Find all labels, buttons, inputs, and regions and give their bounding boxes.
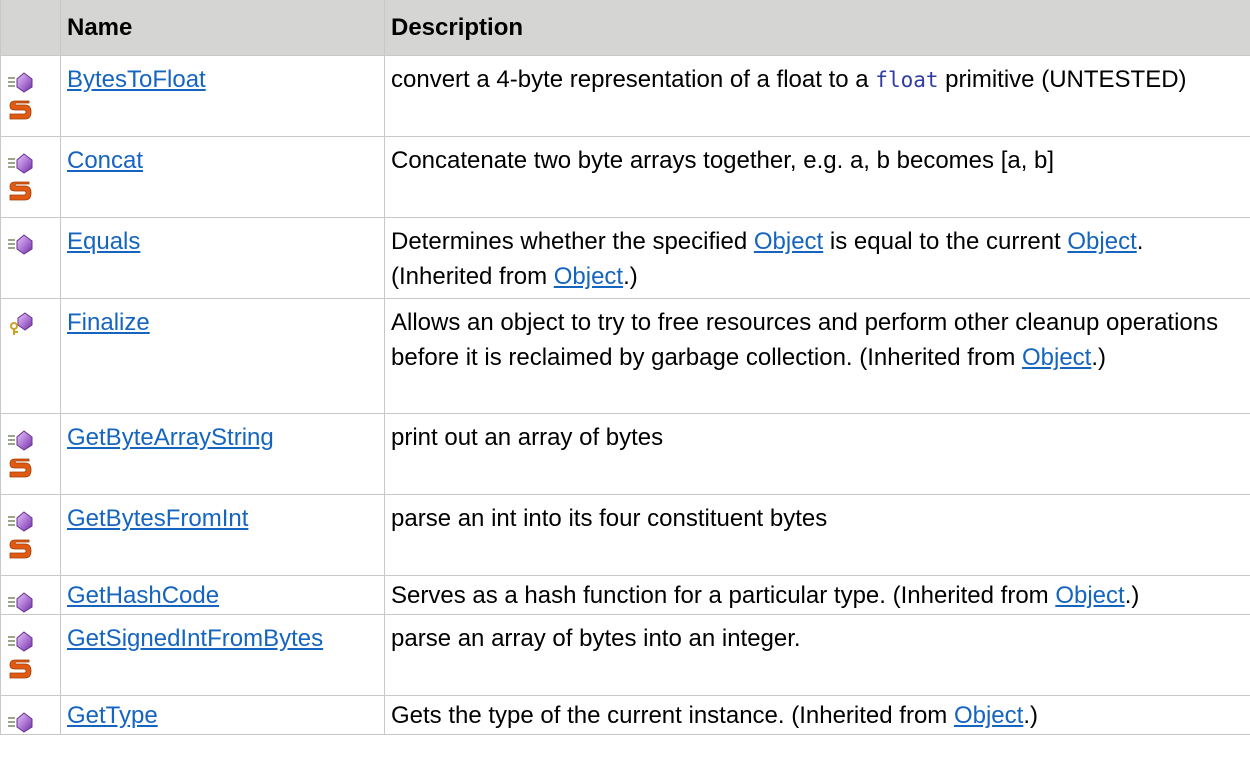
member-description-cell: print out an array of bytes [384, 413, 1250, 495]
member-link-bytestofloat[interactable]: BytesToFloat [67, 66, 206, 93]
member-link-equals[interactable]: Equals [67, 228, 140, 255]
row-icons [0, 413, 61, 495]
object-link[interactable]: Object [1022, 344, 1091, 371]
object-link[interactable]: Object [954, 702, 1023, 729]
row-icons [0, 136, 61, 218]
member-link-concat[interactable]: Concat [67, 147, 143, 174]
member-description-cell: parse an int into its four constituent b… [384, 494, 1250, 576]
member-link-getbytesfromint[interactable]: GetBytesFromInt [67, 505, 248, 532]
object-link[interactable]: Object [1055, 582, 1124, 609]
table-row: Concat Concatenate two byte arrays toget… [0, 136, 1250, 218]
description-text: print out an array of bytes [391, 424, 664, 451]
public-method-icon [8, 511, 33, 532]
public-method-icon [8, 234, 33, 255]
table-row: GetByteArrayString print out an array of… [0, 413, 1250, 495]
member-name-cell: Finalize [60, 298, 385, 414]
static-icon [9, 539, 32, 559]
row-icons [0, 217, 61, 299]
member-name-cell: GetHashCode [60, 575, 385, 615]
member-name-cell: Equals [60, 217, 385, 299]
static-icon [9, 458, 32, 478]
table-row: Finalize Allows an object to try to free… [0, 298, 1250, 414]
row-icons [0, 695, 61, 735]
description-text: Gets the type of the current instance. (… [391, 702, 954, 729]
row-icons [0, 614, 61, 696]
table-row: GetHashCode Serves as a hash function fo… [0, 575, 1250, 615]
static-icon [9, 659, 32, 679]
row-icons [0, 494, 61, 576]
description-text: .) [1091, 344, 1107, 371]
code-float: float [875, 68, 939, 92]
member-name-cell: GetBytesFromInt [60, 494, 385, 576]
member-name-cell: Concat [60, 136, 385, 218]
member-description-cell: Serves as a hash function for a particul… [384, 575, 1250, 615]
description-text: parse an int into its four constituent b… [391, 505, 828, 532]
row-icons [0, 298, 61, 414]
member-description-cell: Determines whether the specified Object … [384, 217, 1250, 299]
member-link-getbytearraystring[interactable]: GetByteArrayString [67, 424, 274, 451]
description-text: .) [1023, 702, 1038, 729]
object-link[interactable]: Object [1067, 228, 1136, 255]
member-description-cell: Allows an object to try to free resource… [384, 298, 1250, 414]
description-text: is equal to the current [823, 228, 1068, 255]
description-text: Concatenate two byte arrays together, e.… [391, 147, 1055, 174]
member-name-cell: GetSignedIntFromBytes [60, 614, 385, 696]
member-link-gethashcode[interactable]: GetHashCode [67, 582, 219, 609]
public-method-icon [8, 631, 33, 652]
public-method-icon [8, 592, 33, 613]
table-header-row: Name Description [0, 0, 1250, 56]
member-description-cell: Concatenate two byte arrays together, e.… [384, 136, 1250, 218]
public-method-icon [8, 153, 33, 174]
table-row: GetBytesFromInt parse an int into its fo… [0, 494, 1250, 576]
static-icon [9, 181, 32, 201]
member-link-getsignedintfrombytes[interactable]: GetSignedIntFromBytes [67, 625, 323, 652]
members-table: Name Description BytesToFloat convert a … [0, 0, 1250, 735]
description-text: convert a 4-byte representation of a flo… [391, 66, 876, 93]
table-row: BytesToFloat convert a 4-byte representa… [0, 55, 1250, 137]
description-text: parse an array of bytes into an integer. [391, 625, 801, 652]
member-description-cell: convert a 4-byte representation of a flo… [384, 55, 1250, 137]
public-method-icon [8, 72, 33, 93]
member-description-cell: parse an array of bytes into an integer. [384, 614, 1250, 696]
header-description: Description [384, 0, 1250, 56]
description-text: .) [623, 263, 638, 290]
object-link[interactable]: Object [754, 228, 823, 255]
member-description-cell: Gets the type of the current instance. (… [384, 695, 1250, 735]
description-text: Serves as a hash function for a particul… [391, 582, 1056, 609]
member-name-cell: GetType [60, 695, 385, 735]
table-row: GetType Gets the type of the current ins… [0, 695, 1250, 735]
static-icon [9, 100, 32, 120]
object-link[interactable]: Object [554, 263, 623, 290]
public-method-icon [8, 712, 33, 733]
member-link-gettype[interactable]: GetType [67, 702, 158, 729]
member-name-cell: BytesToFloat [60, 55, 385, 137]
table-row: GetSignedIntFromBytes parse an array of … [0, 614, 1250, 696]
description-text: Determines whether the specified [391, 228, 754, 255]
public-method-icon [8, 430, 33, 451]
protected-method-icon [10, 312, 33, 335]
header-name: Name [60, 0, 385, 56]
member-name-cell: GetByteArrayString [60, 413, 385, 495]
description-text: .) [1124, 582, 1140, 609]
description-text: primitive (UNTESTED) [938, 66, 1187, 93]
row-icons [0, 55, 61, 137]
row-icons [0, 575, 61, 615]
header-icon-column [0, 0, 61, 56]
table-row: Equals Determines whether the specified … [0, 217, 1250, 299]
member-link-finalize[interactable]: Finalize [67, 309, 150, 336]
